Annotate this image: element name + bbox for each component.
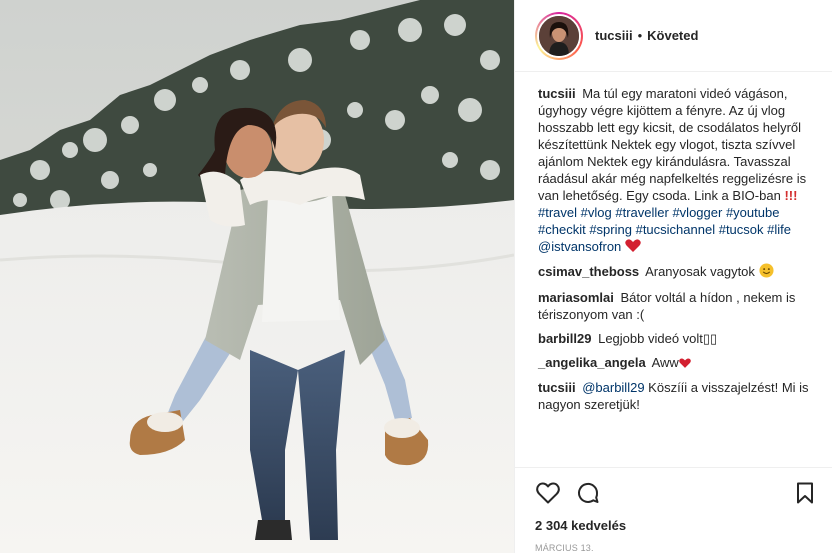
- comment: mariasomlai Bátor voltál a hídon , nekem…: [538, 289, 814, 323]
- comment: barbill29 Legjobb videó volt▯▯: [538, 330, 814, 347]
- bookmark-icon[interactable]: [792, 480, 818, 506]
- hashtag[interactable]: #vlog: [581, 205, 612, 220]
- comments-list[interactable]: tucsiii Ma túl egy maratoni videó vágáso…: [515, 72, 832, 467]
- hashtag[interactable]: #tucsok: [719, 222, 764, 237]
- missing-emoji-glyph: ▯▯: [702, 331, 718, 347]
- avatar[interactable]: [537, 13, 581, 58]
- comment-username[interactable]: mariasomlai: [538, 290, 614, 305]
- hashtag[interactable]: #spring: [589, 222, 632, 237]
- comment-username[interactable]: tucsiii: [538, 380, 576, 395]
- next-comment-partial: ▬▬▬▬ ▬▬ ▬▬▬▬▬ ▬▬▬▬ ▬▬▬: [538, 420, 814, 426]
- hashtag[interactable]: #youtube: [726, 205, 780, 220]
- post-header: tucsiii • Követed: [515, 0, 832, 72]
- caption-username[interactable]: tucsiii: [538, 86, 576, 101]
- comment-username[interactable]: _angelika_angela: [538, 355, 646, 370]
- couple-in-snow-photo: [0, 0, 514, 553]
- red-exclamation-emoji: !!!: [784, 188, 798, 203]
- header-separator: •: [637, 28, 643, 43]
- comment-text: Köszííi a visszajelzést! Mi is nagyon sz…: [538, 380, 809, 413]
- comment-username[interactable]: barbill29: [538, 331, 591, 346]
- caption: tucsiii Ma túl egy maratoni videó vágáso…: [538, 85, 814, 256]
- hashtag[interactable]: #life: [767, 222, 791, 237]
- post-side-panel: tucsiii • Követed tucsiii Ma túl egy mar…: [514, 0, 832, 553]
- mention-link[interactable]: @istvansofron: [538, 239, 621, 254]
- comment-username[interactable]: csimav_theboss: [538, 264, 639, 279]
- hashtag[interactable]: #tucsichannel: [636, 222, 716, 237]
- like-count[interactable]: 2 304 kedvelés: [535, 518, 818, 533]
- comment-text: Aranyosak vagytok: [645, 264, 755, 280]
- following-status-button[interactable]: Követed: [647, 28, 698, 43]
- comment: csimav_theboss Aranyosak vagytok: [538, 263, 814, 282]
- hashtag[interactable]: #vlogger: [672, 205, 722, 220]
- comment: tucsiii @barbill29 Köszííi a visszajelzé…: [538, 379, 814, 413]
- story-ring[interactable]: [535, 11, 583, 60]
- comment-bubble-icon[interactable]: [575, 480, 601, 506]
- hashtag[interactable]: #checkit: [538, 222, 586, 237]
- red-heart-icon: [625, 239, 641, 256]
- red-heart-icon: [678, 355, 691, 372]
- comment-text: Aww: [651, 355, 679, 371]
- post-author-username[interactable]: tucsiii: [595, 28, 633, 43]
- mention-link[interactable]: @barbill29: [582, 380, 644, 395]
- hashtag[interactable]: #traveller: [615, 205, 668, 220]
- post-actions: 2 304 kedvelés MÁRCIUS 13.: [515, 467, 832, 553]
- action-icons: [535, 476, 818, 510]
- smiling-face-icon: [759, 263, 774, 282]
- hashtag[interactable]: #travel: [538, 205, 577, 220]
- instagram-post: tucsiii • Követed tucsiii Ma túl egy mar…: [0, 0, 832, 553]
- caption-text: Ma túl egy maratoni videó vágáson, úgyho…: [538, 86, 807, 203]
- comment-text: Legjobb videó volt: [598, 331, 703, 347]
- heart-outline-icon[interactable]: [535, 480, 561, 506]
- comment: _angelika_angela Aww: [538, 354, 814, 372]
- post-date[interactable]: MÁRCIUS 13.: [535, 543, 818, 553]
- post-photo[interactable]: [0, 0, 514, 553]
